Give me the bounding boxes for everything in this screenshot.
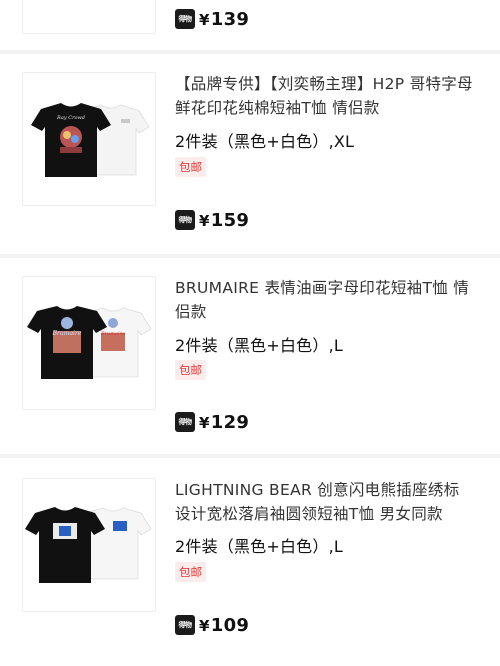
dewu-logo-icon: 得物 xyxy=(175,210,195,230)
price-row: 得物 ¥139 xyxy=(175,8,249,30)
dewu-logo-icon: 得物 xyxy=(175,9,195,29)
price-row: 得物 ¥159 xyxy=(175,209,249,231)
dewu-logo-icon: 得物 xyxy=(175,412,195,432)
dewu-logo-icon: 得物 xyxy=(175,615,195,635)
svg-text:Brumaire: Brumaire xyxy=(52,330,82,337)
product-thumbnail[interactable]: Ray Crowd xyxy=(22,72,156,206)
price: ¥139 xyxy=(199,8,250,30)
tshirt-pair-icon: Brumaire Brumaire xyxy=(27,306,152,379)
product-thumbnail[interactable] xyxy=(22,478,156,612)
tshirt-pair-icon: Ray Crowd xyxy=(31,103,150,177)
tshirt-pair-icon xyxy=(25,507,152,583)
price-row: 得物 ¥109 xyxy=(175,614,249,636)
product-spec: 2件装（黑色+白色）,L xyxy=(175,336,343,355)
free-shipping-tag: 包邮 xyxy=(175,157,206,177)
price: ¥159 xyxy=(199,209,250,231)
product-card[interactable]: LIGHTNING BEAR 创意闪电熊插座绣标 设计宽松落肩袖圆领短袖T恤 男… xyxy=(0,458,500,666)
svg-text:Ray Crowd: Ray Crowd xyxy=(56,115,85,121)
product-title[interactable]: LIGHTNING BEAR 创意闪电熊插座绣标 设计宽松落肩袖圆领短袖T恤 男… xyxy=(175,478,480,526)
price-row: 得物 ¥129 xyxy=(175,411,249,433)
free-shipping-tag: 包邮 xyxy=(175,562,206,582)
product-title[interactable]: BRUMAIRE 表情油画字母印花短袖T恤 情侣款 xyxy=(175,276,480,324)
svg-text:Brumaire: Brumaire xyxy=(100,331,125,337)
free-shipping-tag: 包邮 xyxy=(175,360,206,380)
price: ¥129 xyxy=(199,411,250,433)
product-spec: 2件装（黑色+白色）,XL xyxy=(175,132,355,151)
product-title[interactable]: 【品牌专供】【刘奕畅主理】H2P 哥特字母鲜花印花纯棉短袖T恤 情侣款 xyxy=(175,72,480,120)
price: ¥109 xyxy=(199,614,250,636)
product-card-partial[interactable]: 得物 ¥139 xyxy=(0,0,500,50)
product-thumbnail[interactable] xyxy=(22,0,156,34)
product-thumbnail[interactable]: Brumaire Brumaire xyxy=(22,276,156,410)
product-spec: 2件装（黑色+白色）,L xyxy=(175,537,343,556)
product-card[interactable]: Ray Crowd 【品牌专供】【刘奕畅主理】H2P 哥特字母鲜花印花纯棉短袖T… xyxy=(0,54,500,254)
product-card[interactable]: Brumaire Brumaire BRUMAIRE 表情油画字母印花短袖T恤 … xyxy=(0,258,500,454)
